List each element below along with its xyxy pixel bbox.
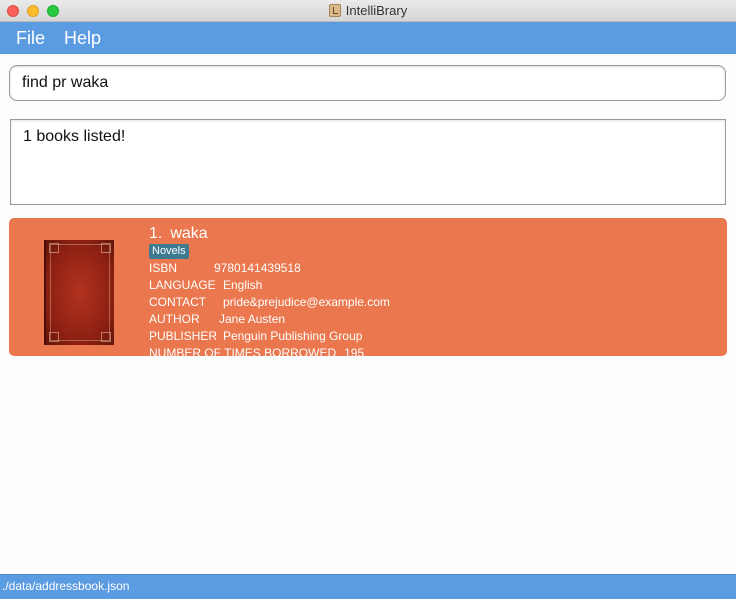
command-box[interactable] bbox=[9, 65, 726, 101]
menu-bar: File Help bbox=[0, 22, 736, 54]
contact-label: CONTACT bbox=[149, 295, 207, 309]
language-value: English bbox=[223, 278, 263, 292]
author-label: AUTHOR bbox=[149, 312, 200, 326]
isbn-value: 9780141439518 bbox=[214, 261, 301, 275]
book-title: waka bbox=[170, 225, 208, 242]
borrowed-label: NUMBER OF TIMES BORROWED bbox=[149, 346, 337, 356]
data-file-path: ./data/addressbook.json bbox=[2, 579, 130, 593]
book-details: 1. waka Novels ISBN 9780141439518 LANGUAGE… bbox=[149, 218, 709, 356]
author-value: Jane Austen bbox=[219, 312, 286, 326]
app-icon bbox=[328, 4, 341, 17]
language-label: LANGUAGE bbox=[149, 278, 216, 292]
result-display[interactable]: 1 books listed! bbox=[10, 119, 726, 205]
publisher-label: PUBLISHER bbox=[149, 329, 218, 343]
book-cover-image bbox=[44, 240, 114, 345]
menu-help[interactable]: Help bbox=[64, 27, 101, 49]
author-field: AUTHOR Jane Austen bbox=[149, 312, 285, 326]
publisher-value: Penguin Publishing Group bbox=[223, 329, 363, 343]
isbn-field: ISBN 9780141439518 bbox=[149, 261, 301, 275]
publisher-field: PUBLISHER Penguin Publishing Group bbox=[149, 329, 365, 343]
language-field: LANGUAGE English bbox=[149, 278, 262, 292]
book-card[interactable]: 1. waka Novels ISBN 9780141439518 LANGUAGE… bbox=[9, 218, 727, 356]
genre-tag: Novels bbox=[149, 244, 189, 259]
contact-value: pride&prejudice@example.com bbox=[223, 295, 390, 309]
window-title: IntelliBrary bbox=[345, 3, 408, 18]
borrowed-field: NUMBER OF TIMES BORROWED 195 bbox=[149, 346, 364, 356]
status-bar: ./data/addressbook.json bbox=[0, 574, 736, 599]
book-title-line: 1. waka bbox=[149, 224, 208, 244]
contact-field: CONTACT pride&prejudice@example.com bbox=[149, 295, 390, 309]
isbn-label: ISBN bbox=[149, 261, 178, 275]
borrowed-value: 195 bbox=[344, 346, 365, 356]
result-text: 1 books listed! bbox=[23, 128, 126, 145]
book-index: 1. bbox=[149, 225, 163, 242]
command-input[interactable] bbox=[22, 72, 712, 94]
menu-file[interactable]: File bbox=[16, 27, 45, 49]
title-bar: IntelliBrary bbox=[0, 0, 736, 22]
